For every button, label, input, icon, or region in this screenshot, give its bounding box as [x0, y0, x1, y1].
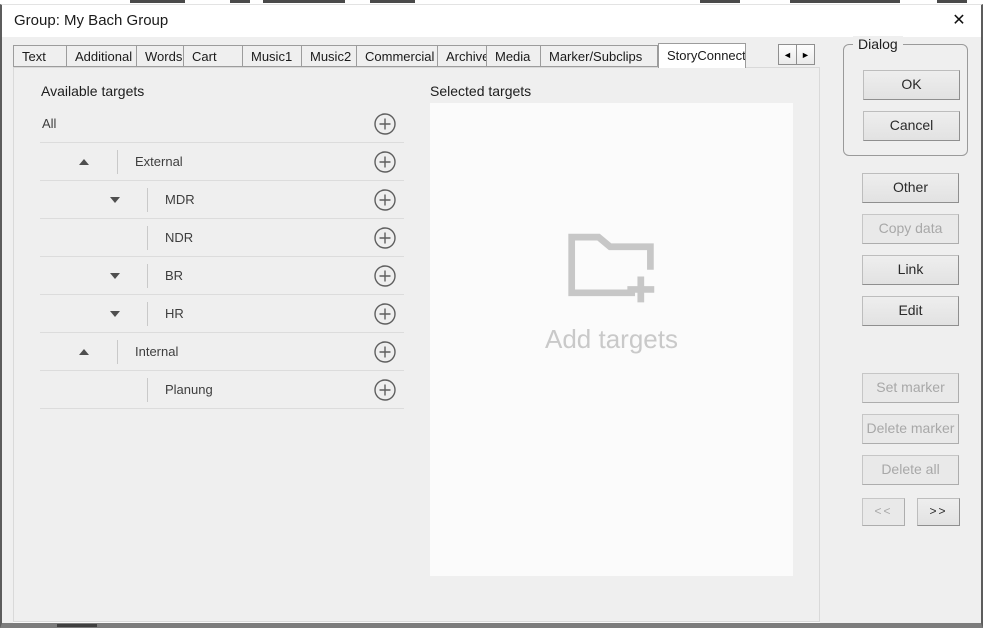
tree-row-mdr[interactable]: MDR	[40, 181, 404, 219]
plus-circle-icon[interactable]	[374, 151, 396, 173]
tab-scroll-controls: ◄ ►	[778, 44, 815, 65]
tab-text[interactable]: Text	[13, 45, 67, 67]
tree-row-label: HR	[165, 295, 184, 333]
tab-strip: Text Additional Words Cart Music1 Music2…	[13, 45, 746, 68]
tree-indent-line	[117, 340, 118, 364]
plus-circle-icon[interactable]	[374, 265, 396, 287]
tree-indent-line	[147, 302, 148, 326]
dialog-groupbox-legend: Dialog	[853, 36, 903, 52]
plus-circle-icon[interactable]	[374, 303, 396, 325]
title-bar: Group: My Bach Group ✕	[2, 5, 981, 37]
tree-row-label: MDR	[165, 181, 195, 219]
collapse-icon[interactable]	[79, 349, 89, 355]
available-targets-tree: All External MDR	[40, 105, 404, 409]
tab-marker-subclips[interactable]: Marker/Subclips	[541, 45, 658, 67]
tree-row-label: BR	[165, 257, 183, 295]
link-button[interactable]: Link	[862, 255, 959, 285]
plus-circle-icon[interactable]	[374, 227, 396, 249]
tree-row-label: All	[42, 105, 56, 143]
ok-button[interactable]: OK	[863, 70, 960, 100]
available-targets-heading: Available targets	[41, 83, 144, 99]
collapse-icon[interactable]	[79, 159, 89, 165]
group-dialog: Group: My Bach Group ✕ Text Additional W…	[0, 4, 983, 628]
tab-music1[interactable]: Music1	[243, 45, 302, 67]
tab-archive[interactable]: Archive	[438, 45, 487, 67]
dialog-body: Text Additional Words Cart Music1 Music2…	[2, 37, 981, 623]
cancel-button[interactable]: Cancel	[863, 111, 960, 141]
previous-button: <<	[862, 498, 905, 526]
triangle-right-icon: ►	[801, 50, 810, 60]
tab-words[interactable]: Words	[137, 45, 184, 67]
plus-circle-icon[interactable]	[374, 341, 396, 363]
tree-row-label: NDR	[165, 219, 193, 257]
plus-circle-icon[interactable]	[374, 113, 396, 135]
edit-button[interactable]: Edit	[862, 296, 959, 326]
tree-row-planung[interactable]: Planung	[40, 371, 404, 409]
tab-scroll-right-button[interactable]: ►	[796, 44, 815, 65]
triangle-left-icon: ◄	[783, 50, 792, 60]
empty-state-label: Add targets	[545, 324, 678, 355]
set-marker-button: Set marker	[862, 373, 959, 403]
expand-icon[interactable]	[110, 197, 120, 203]
selected-targets-panel: Add targets	[430, 103, 793, 576]
expand-icon[interactable]	[110, 273, 120, 279]
tree-row-hr[interactable]: HR	[40, 295, 404, 333]
delete-marker-button: Delete marker	[862, 414, 959, 444]
background-window-fragment-bottom	[57, 624, 97, 627]
copy-data-button: Copy data	[862, 214, 959, 244]
tree-row-all[interactable]: All	[40, 105, 404, 143]
expand-icon[interactable]	[110, 311, 120, 317]
tab-storyconnect[interactable]: StoryConnect	[658, 43, 746, 68]
tree-row-internal[interactable]: Internal	[40, 333, 404, 371]
plus-circle-icon[interactable]	[374, 189, 396, 211]
tree-row-label: External	[135, 143, 183, 181]
tab-additional[interactable]: Additional	[67, 45, 137, 67]
tab-cart[interactable]: Cart	[184, 45, 243, 67]
other-button[interactable]: Other	[862, 173, 959, 203]
dialog-title: Group: My Bach Group	[14, 12, 168, 29]
tab-commercial[interactable]: Commercial	[357, 45, 438, 67]
plus-circle-icon[interactable]	[374, 379, 396, 401]
tree-row-br[interactable]: BR	[40, 257, 404, 295]
delete-all-button: Delete all	[862, 455, 959, 485]
tree-indent-line	[147, 188, 148, 212]
tree-indent-line	[147, 226, 148, 250]
close-icon[interactable]: ✕	[943, 7, 975, 35]
selected-targets-heading: Selected targets	[430, 83, 531, 99]
tree-indent-line	[147, 378, 148, 402]
tree-row-external[interactable]: External	[40, 143, 404, 181]
tree-row-label: Planung	[165, 371, 213, 409]
next-button[interactable]: >>	[917, 498, 960, 526]
tab-scroll-left-button[interactable]: ◄	[778, 44, 797, 65]
tree-indent-line	[117, 150, 118, 174]
tab-music2[interactable]: Music2	[302, 45, 357, 67]
tree-row-label: Internal	[135, 333, 178, 371]
tree-row-ndr[interactable]: NDR	[40, 219, 404, 257]
folder-plus-icon	[564, 225, 660, 308]
tree-indent-line	[147, 264, 148, 288]
tab-media[interactable]: Media	[487, 45, 541, 67]
